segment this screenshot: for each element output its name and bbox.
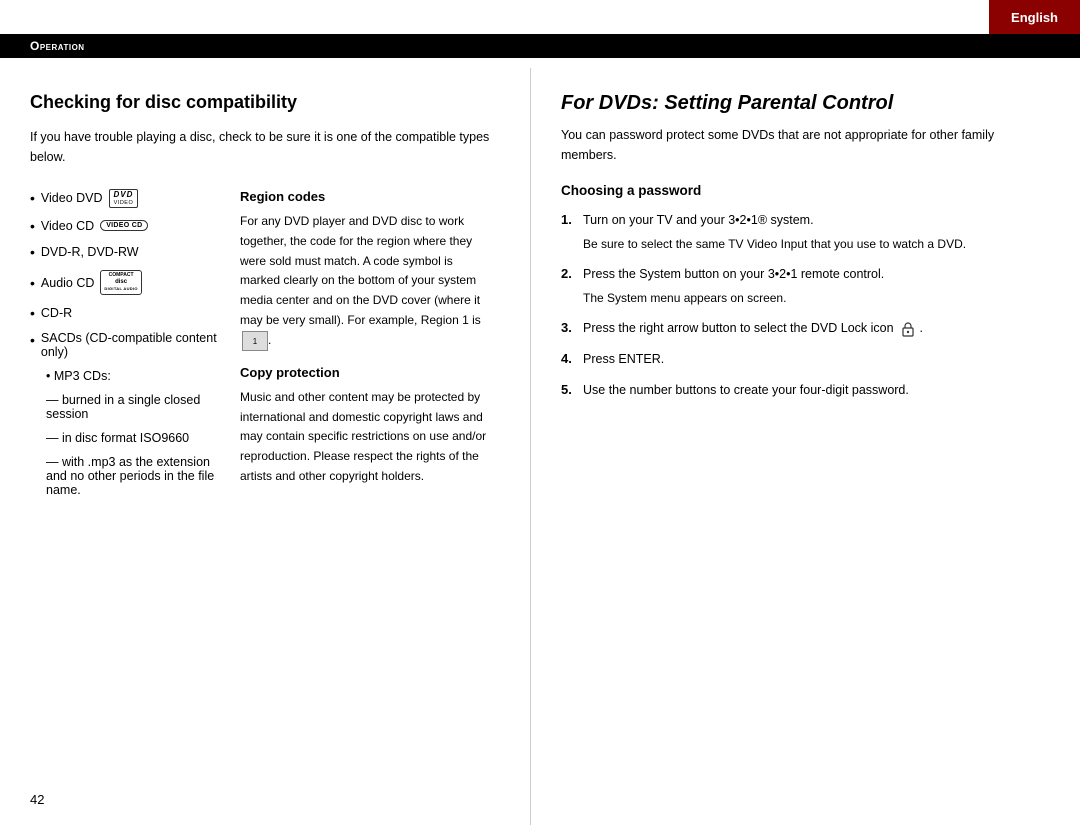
region-info: Region codes For any DVD player and DVD …	[240, 185, 490, 517]
bullet-icon: •	[30, 332, 35, 348]
bullet-icon: •	[30, 275, 35, 291]
section-header: Operation	[0, 34, 1080, 58]
list-item: • Video CD VIDEO CD	[30, 218, 230, 234]
step-2-sub: The System menu appears on screen.	[583, 289, 1050, 308]
sub-list-item: burned in a single closed session	[46, 393, 230, 421]
disc-list: • Video DVD DVD VIDEO • Video CD VIDEO C…	[30, 185, 230, 517]
region-text: For any DVD player and DVD disc to work …	[240, 212, 490, 351]
dvd-logo: DVD VIDEO	[109, 189, 139, 208]
step-3-content: Press the right arrow button to select t…	[583, 318, 1050, 339]
right-section-title: For DVDs: Setting Parental Control	[561, 92, 1050, 115]
disc-label: Video DVD	[41, 191, 103, 205]
bullet-icon: •	[30, 305, 35, 321]
list-item: • Audio CD COMPACT disc DIGITAL AUDIO	[30, 270, 230, 296]
choosing-password-title: Choosing a password	[561, 183, 1050, 198]
step-2-text: Press the System button on your 3•2•1 re…	[583, 267, 884, 281]
disc-label: CD-R	[41, 306, 72, 320]
section-header-text: Operation	[30, 39, 85, 53]
list-item: • MP3 CDs: burned in a single closed ses…	[30, 369, 230, 507]
right-column: For DVDs: Setting Parental Control You c…	[541, 68, 1080, 825]
mp3-sub-list: burned in a single closed session in dis…	[46, 393, 230, 507]
bullet-icon: •	[30, 244, 35, 260]
list-item: • CD-R	[30, 305, 230, 321]
page-number: 42	[30, 792, 44, 807]
disc-label: DVD-R, DVD-RW	[41, 245, 139, 259]
language-label: English	[1011, 10, 1058, 25]
step-1-text: Turn on your TV and your 3•2•1® system.	[583, 213, 814, 227]
step-3-period: .	[920, 321, 923, 335]
region-title: Region codes	[240, 189, 490, 204]
language-tab[interactable]: English	[989, 0, 1080, 34]
compact-disc-logo: COMPACT disc DIGITAL AUDIO	[100, 270, 141, 296]
list-item: • DVD-R, DVD-RW	[30, 244, 230, 260]
copy-text: Music and other content may be protected…	[240, 388, 490, 487]
videocd-logo: VIDEO CD	[100, 220, 148, 231]
disc-label: SACDs (CD-compatible content only)	[41, 331, 230, 359]
step-4-text: Press ENTER.	[583, 352, 664, 366]
bullet-icon: •	[30, 218, 35, 234]
steps-list: Turn on your TV and your 3•2•1® system. …	[561, 210, 1050, 401]
left-section-title: Checking for disc compatibility	[30, 92, 490, 113]
disc-label: Video CD	[41, 219, 94, 233]
step-5-text: Use the number buttons to create your fo…	[583, 383, 909, 397]
step-3: Press the right arrow button to select t…	[561, 318, 1050, 339]
lock-icon	[900, 321, 916, 337]
step-3-text: Press the right arrow button to select t…	[583, 321, 894, 335]
step-5: Use the number buttons to create your fo…	[561, 380, 1050, 401]
content-area: Checking for disc compatibility If you h…	[0, 68, 1080, 825]
left-intro-text: If you have trouble playing a disc, chec…	[30, 127, 490, 167]
region-icon: 1	[242, 331, 268, 351]
list-item: • Video DVD DVD VIDEO	[30, 189, 230, 208]
copy-title: Copy protection	[240, 365, 490, 380]
disc-label: Audio CD	[41, 276, 95, 290]
sub-list-item: in disc format ISO9660	[46, 431, 230, 445]
disc-layout: • Video DVD DVD VIDEO • Video CD VIDEO C…	[30, 185, 490, 517]
disc-label: • MP3 CDs:	[46, 369, 111, 383]
step-2: Press the System button on your 3•2•1 re…	[561, 264, 1050, 308]
step-4-content: Press ENTER.	[583, 349, 1050, 370]
list-item: • SACDs (CD-compatible content only)	[30, 331, 230, 359]
sub-list-item: with .mp3 as the extension and no other …	[46, 455, 230, 497]
column-divider	[530, 68, 531, 825]
step-5-content: Use the number buttons to create your fo…	[583, 380, 1050, 401]
step-1: Turn on your TV and your 3•2•1® system. …	[561, 210, 1050, 254]
right-intro-text: You can password protect some DVDs that …	[561, 125, 1050, 165]
step-1-content: Turn on your TV and your 3•2•1® system. …	[583, 210, 1050, 254]
bullet-icon: •	[30, 190, 35, 206]
step-4: Press ENTER.	[561, 349, 1050, 370]
left-column: Checking for disc compatibility If you h…	[0, 68, 520, 825]
step-2-content: Press the System button on your 3•2•1 re…	[583, 264, 1050, 308]
step-1-sub: Be sure to select the same TV Video Inpu…	[583, 235, 1050, 254]
